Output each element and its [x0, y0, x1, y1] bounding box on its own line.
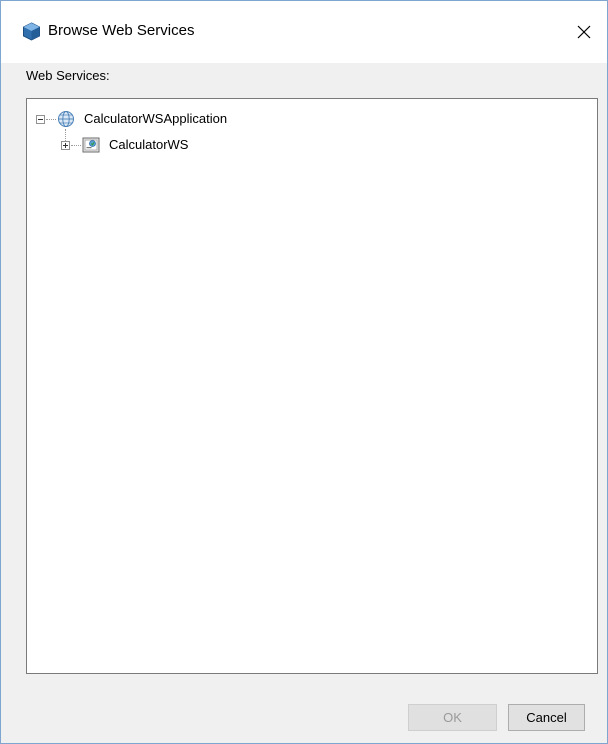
web-services-label: Web Services: [26, 68, 110, 83]
tree-connector [71, 145, 81, 147]
tree-collapse-toggle[interactable] [36, 115, 45, 124]
window-title: Browse Web Services [48, 22, 195, 39]
tree-node-label[interactable]: CalculatorWSApplication [84, 110, 227, 128]
globe-icon [57, 110, 75, 128]
web-services-tree[interactable]: CalculatorWSApplication CalculatorWS [26, 98, 598, 674]
tree-connector [46, 119, 56, 121]
web-service-icon [82, 136, 100, 154]
close-icon [577, 25, 591, 39]
cancel-button[interactable]: Cancel [508, 704, 585, 731]
title-bar[interactable]: Browse Web Services [1, 1, 607, 63]
tree-node-label[interactable]: CalculatorWS [109, 136, 188, 154]
tree-expand-toggle[interactable] [61, 141, 70, 150]
netbeans-cube-icon [22, 22, 41, 41]
ok-button[interactable]: OK [408, 704, 497, 731]
close-button[interactable] [561, 1, 607, 63]
browse-web-services-dialog: Browse Web Services Web Services: Calcul… [0, 0, 608, 744]
